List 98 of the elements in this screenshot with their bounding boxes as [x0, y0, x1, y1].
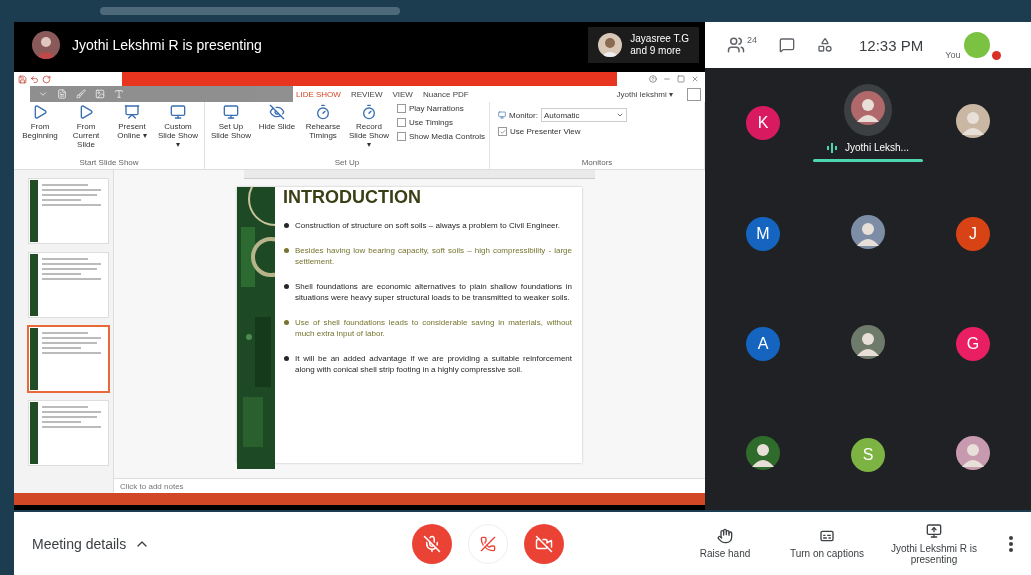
more-options-button[interactable]	[1009, 535, 1013, 552]
timer-icon	[315, 104, 331, 120]
ribbon-button[interactable]: From Beginning	[18, 104, 62, 158]
checkbox[interactable]	[397, 132, 406, 141]
hand-icon	[717, 528, 733, 544]
avatar-icon	[956, 104, 990, 139]
bullet-point: It will be an added advantage if we are providing a suitable reinforcement along with conical shell strip footing in a highly compressive soil.	[283, 353, 572, 375]
participant-name: Jayasree T.G	[630, 33, 689, 45]
phone-icon	[480, 535, 496, 552]
ribbon-button[interactable]: Custom Slide Show ▾	[156, 104, 200, 158]
ribbon-tab[interactable]: VIEW	[392, 89, 413, 99]
presentation-icon	[124, 104, 140, 120]
monitor-icon	[223, 104, 239, 120]
caret-icon	[615, 111, 624, 119]
camera-off-icon	[535, 534, 553, 553]
save-icon[interactable]	[18, 74, 27, 84]
monitor-select[interactable]: Automatic	[540, 108, 627, 122]
participant-name: Jyothi Leksh...	[845, 142, 909, 154]
group-label: Set Up	[333, 158, 361, 169]
avatar-icon	[746, 435, 780, 470]
close-icon[interactable]	[691, 75, 699, 83]
ribbon-button[interactable]: From Current Slide	[64, 104, 108, 158]
more-icon	[1009, 535, 1013, 552]
checkbox-label: Use Presenter View	[510, 127, 581, 136]
participant-avatar: K	[746, 106, 780, 141]
ribbon-button[interactable]: Hide Slide	[255, 104, 299, 158]
people-count: 24	[747, 35, 757, 45]
monitor-label: Monitor:	[509, 110, 538, 120]
checkbox[interactable]	[498, 127, 508, 136]
meeting-details-button[interactable]: Meeting details	[32, 535, 412, 552]
timer-icon	[361, 104, 377, 120]
checkbox[interactable]	[397, 104, 406, 113]
eye-off-icon	[269, 104, 285, 120]
toolbar-action-button[interactable]: Turn on captions	[787, 528, 867, 559]
slide-thumbnail[interactable]	[28, 326, 109, 392]
ribbon-button[interactable]: Set Up Slide Show	[209, 104, 253, 158]
ribbon-tab[interactable]: REVIEW	[350, 89, 383, 99]
user-name[interactable]: Jyothi lekshmi ▾	[616, 89, 673, 99]
toolbar-action-button[interactable]: Raise hand	[685, 528, 765, 559]
clock-time: 12:33 PM	[859, 36, 924, 54]
hang-up-button[interactable]	[468, 523, 508, 564]
redo-icon[interactable]	[42, 74, 51, 84]
undo-icon[interactable]	[30, 74, 39, 84]
presenter-status-text: Jyothi Lekshmi R is presenting	[72, 37, 262, 53]
avatar-icon	[851, 325, 885, 360]
avatar-icon	[851, 214, 885, 249]
checkbox-label: Show Media Controls	[409, 132, 486, 141]
participant-avatar: A	[746, 327, 780, 362]
participant-avatar: S	[851, 437, 885, 472]
mic-off-icon	[423, 534, 441, 553]
slide-title: INTRODUCTION	[283, 187, 422, 208]
participant-avatar: M	[746, 216, 780, 251]
ribbon-tab[interactable]: LIDE SHOW	[296, 89, 341, 99]
ribbon-button[interactable]: Rehearse Timings	[301, 104, 345, 158]
ribbon-tab[interactable]: Nuance PDF	[422, 89, 469, 99]
play-icon	[78, 104, 94, 120]
group-label: Start Slide Show	[78, 158, 140, 169]
avatar-icon	[851, 91, 885, 126]
participant-avatar: J	[956, 216, 990, 251]
checkbox-label: Use Timings	[409, 118, 453, 127]
you-label: You	[945, 50, 961, 60]
self-avatar	[964, 32, 991, 58]
ribbon-button[interactable]: Present Online ▾	[110, 104, 154, 158]
checkbox[interactable]	[397, 118, 406, 127]
checkbox-label: Play Narrations	[409, 104, 464, 113]
activities-icon[interactable]	[817, 37, 833, 53]
presenter-avatar	[32, 31, 60, 59]
maximize-icon[interactable]	[677, 75, 685, 83]
text-icon[interactable]	[114, 89, 124, 99]
bullet-point: Besides having low bearing capacity, soft soils – high compressibility - large settlement.	[283, 245, 572, 267]
bullet-point: Construction of structure on soft soils – always a problem to Civil Engineer.	[283, 220, 572, 231]
play-icon	[32, 104, 48, 120]
microphone-button[interactable]	[412, 523, 452, 564]
bullet-point: Use of shell foundations leads to considerable saving in materials, without much extra input of labor.	[283, 317, 572, 339]
camera-button[interactable]	[524, 523, 564, 564]
more-count: and 9 more	[630, 45, 682, 57]
image-icon[interactable]	[95, 89, 105, 99]
participant-avatar: G	[956, 327, 990, 362]
audio-level-icon	[827, 142, 838, 153]
participant-avatar	[598, 33, 623, 57]
bullet-point: Shell foundations are economic alternatives to plain shallow foundations in situations were heavy super structural loads to be transmitted to weaker soils.	[283, 281, 572, 303]
toolbar-action-button[interactable]: Jyothi Lekshmi R is presenting	[889, 522, 979, 565]
caret-icon[interactable]	[38, 89, 48, 99]
brush-icon[interactable]	[76, 89, 86, 99]
ribbon-button[interactable]: Record Slide Show ▾	[347, 104, 391, 158]
participants-preview[interactable]: Jayasree T.G and 9 more	[588, 27, 699, 63]
chat-icon[interactable]	[779, 37, 795, 53]
monitor-icon	[170, 104, 186, 120]
group-label: Monitors	[580, 158, 614, 169]
people-icon[interactable]	[727, 36, 745, 54]
present-screen-icon	[926, 522, 942, 539]
document-icon[interactable]	[57, 89, 67, 99]
notification-badge	[992, 51, 1002, 60]
avatar-icon	[956, 435, 990, 470]
help-icon[interactable]	[649, 75, 657, 83]
monitor-icon	[498, 111, 507, 119]
notes-placeholder[interactable]: Click to add notes	[120, 481, 184, 491]
captions-icon	[819, 528, 835, 544]
